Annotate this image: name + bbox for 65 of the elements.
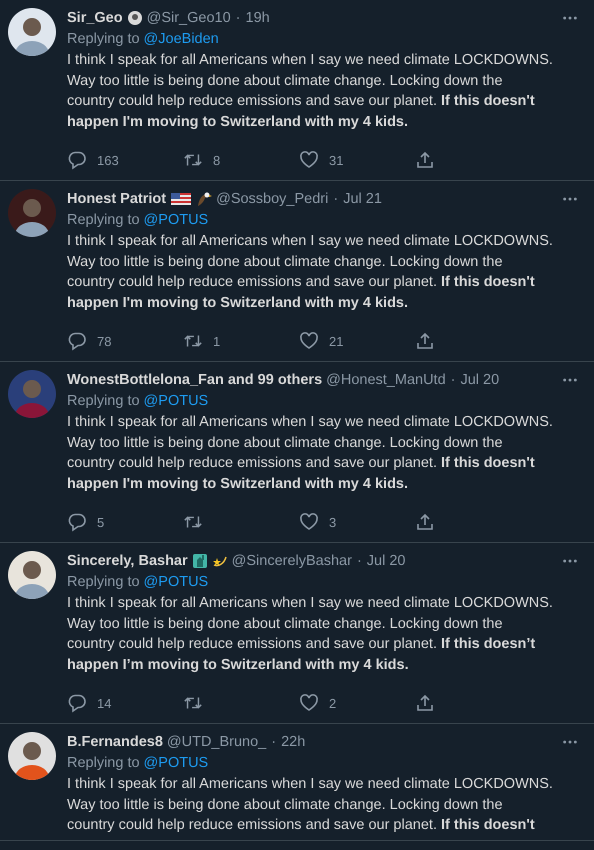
heart-icon[interactable] <box>299 150 319 170</box>
mention-link[interactable]: @POTUS <box>144 752 208 774</box>
reply-count: 163 <box>97 152 119 168</box>
more-icon[interactable] <box>562 558 578 564</box>
flag-icon <box>170 191 192 207</box>
like-count: 31 <box>329 152 344 168</box>
reply-count: 5 <box>97 514 104 530</box>
user-name[interactable]: Sir_Geo <box>67 8 123 28</box>
separator-dot: · <box>356 552 363 571</box>
like-count: 2 <box>329 696 336 710</box>
mention-link[interactable]: @POTUS <box>144 571 208 593</box>
eagle-icon <box>196 191 212 207</box>
tweet-time[interactable]: Jul 20 <box>460 370 500 390</box>
separator-dot: · <box>234 9 242 28</box>
mention-link[interactable]: @JoeBiden <box>144 28 219 50</box>
share-icon[interactable] <box>415 331 435 351</box>
tweet-time[interactable]: 19h <box>246 8 270 28</box>
user-handle[interactable]: @UTD_Bruno_ <box>166 732 266 752</box>
retweet-count: 8 <box>213 152 220 168</box>
like-count: 21 <box>329 334 344 348</box>
separator-dot: · <box>450 371 456 390</box>
mention-link[interactable]: @POTUS <box>144 390 208 412</box>
heart-icon[interactable] <box>299 693 319 713</box>
reply-icon[interactable] <box>67 331 87 351</box>
more-icon[interactable] <box>562 377 578 383</box>
reply-count: 78 <box>97 334 112 348</box>
heart-icon[interactable] <box>299 331 319 351</box>
tweet-text: I think I speak for all Americans when I say we need climate LOCKDOWNS. Way too little is being done about climate change. Locking down the country could help reduce emissions and save our planet. If this doesn't <box>67 775 554 835</box>
user-name[interactable]: Sincerely, Bashar <box>67 551 188 571</box>
more-icon[interactable] <box>562 196 578 202</box>
heart-icon[interactable] <box>299 512 319 532</box>
separator-dot: · <box>332 190 340 209</box>
share-icon[interactable] <box>415 693 435 713</box>
like-count: 3 <box>329 514 336 530</box>
badge-icon <box>126 10 143 26</box>
tweet-time[interactable]: 22h <box>281 732 306 752</box>
retweet-count: 1 <box>213 334 220 348</box>
replying-label: Replying to <box>67 30 140 49</box>
share-icon[interactable] <box>415 512 435 532</box>
replying-label: Replying to <box>67 573 140 592</box>
tweet-time[interactable]: Jul 20 <box>366 551 406 571</box>
reply-icon[interactable] <box>67 693 87 713</box>
user-handle[interactable]: @Sir_Geo10 <box>146 8 231 28</box>
user-name[interactable]: WonestBottlelona_Fan and 99 others <box>67 370 322 390</box>
tweet-text: I think I speak for all Americans when I say we need climate LOCKDOWNS. Way too little is being done about climate change. Locking down the country could help reduce emissions and save our planet. If this doesn't happen I'm moving to Switzerland with my 4 kids. <box>67 51 554 132</box>
mention-link[interactable]: @POTUS <box>144 209 208 231</box>
separator-dot: · <box>270 733 278 752</box>
reply-icon[interactable] <box>67 512 87 532</box>
tweet-text: I think I speak for all Americans when I say we need climate LOCKDOWNS. Way too little is being done about climate change. Locking down the country could help reduce emissions and save our planet. If this doesn't happen I'm moving to Switzerland with my 4 kids. <box>67 413 554 494</box>
tweet-text: I think I speak for all Americans when I say we need climate LOCKDOWNS. Way too little is being done about climate change. Locking down the country could help reduce emissions and save our planet. If this doesn't happen I'm moving to Switzerland with my 4 kids. <box>67 232 554 312</box>
share-icon[interactable] <box>415 150 435 170</box>
more-icon[interactable] <box>562 739 578 745</box>
more-icon[interactable] <box>562 15 578 21</box>
replying-label: Replying to <box>67 211 140 230</box>
replying-label: Replying to <box>67 754 140 773</box>
replying-label: Replying to <box>67 392 140 411</box>
user-handle[interactable]: @Honest_ManUtd <box>326 370 446 390</box>
tweet-time[interactable]: Jul 21 <box>343 189 382 209</box>
reply-icon[interactable] <box>67 150 87 170</box>
user-handle[interactable]: @Sossboy_Pedri <box>216 189 328 209</box>
user-handle[interactable]: @SincerelyBashar <box>232 551 352 571</box>
user-name[interactable]: B.Fernandes8 <box>67 732 163 752</box>
reply-count: 14 <box>97 696 112 710</box>
tweet-text: I think I speak for all Americans when I say we need climate LOCKDOWNS. Way too little is being done about climate change. Locking down the country could help reduce emissions and save our planet. If this doesn’t happen I’m moving to Switzerland with my 4 kids. <box>67 594 554 674</box>
user-name[interactable]: Honest Patriot <box>67 189 166 209</box>
